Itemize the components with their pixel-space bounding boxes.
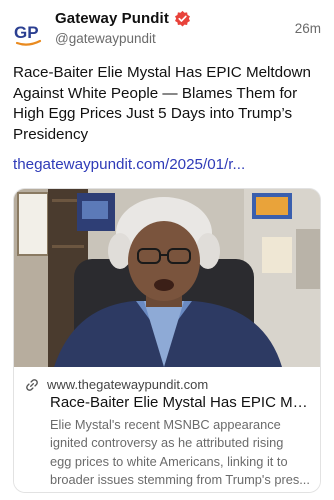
card-image[interactable] — [14, 189, 320, 367]
card-domain: www.thegatewaypundit.com — [47, 377, 209, 392]
video-still-image — [14, 189, 320, 367]
card-meta: www.thegatewaypundit.com Race-Baiter Eli… — [14, 367, 320, 492]
avatar-initials: GP — [14, 23, 39, 42]
author-handle[interactable]: @gatewaypundit — [55, 31, 156, 46]
card-description-line: egg prices to white Americans, linking i… — [50, 453, 288, 469]
card-description: Elie Mystal's recent MSNBC appearance ig… — [50, 416, 316, 489]
post-text: Race-Baiter Elie Mystal Has EPIC Meltdow… — [13, 64, 311, 143]
card-title[interactable]: Race-Baiter Elie Mystal Has EPIC Melt... — [50, 394, 314, 411]
avatar[interactable]: GP — [11, 16, 45, 50]
card-description-line: Elie Mystal's recent MSNBC appearance — [50, 417, 281, 432]
author-name[interactable]: Gateway Pundit — [55, 10, 169, 27]
post[interactable]: GP Gateway Pundit @gatewaypundit 26m Rac… — [0, 0, 334, 500]
card-description-line: ignited controversy as he attributed ris… — [50, 435, 284, 451]
post-timestamp: 26m — [294, 21, 321, 36]
link-icon — [26, 378, 38, 391]
verified-badge-icon — [174, 10, 190, 27]
post-link[interactable]: thegatewaypundit.com/2025/01/r... — [13, 156, 323, 173]
gp-logo-icon: GP — [14, 23, 42, 46]
card-description-line: broader issues stemming from Trump's pre… — [50, 471, 310, 487]
link-preview-card[interactable]: www.thegatewaypundit.com Race-Baiter Eli… — [13, 188, 321, 493]
